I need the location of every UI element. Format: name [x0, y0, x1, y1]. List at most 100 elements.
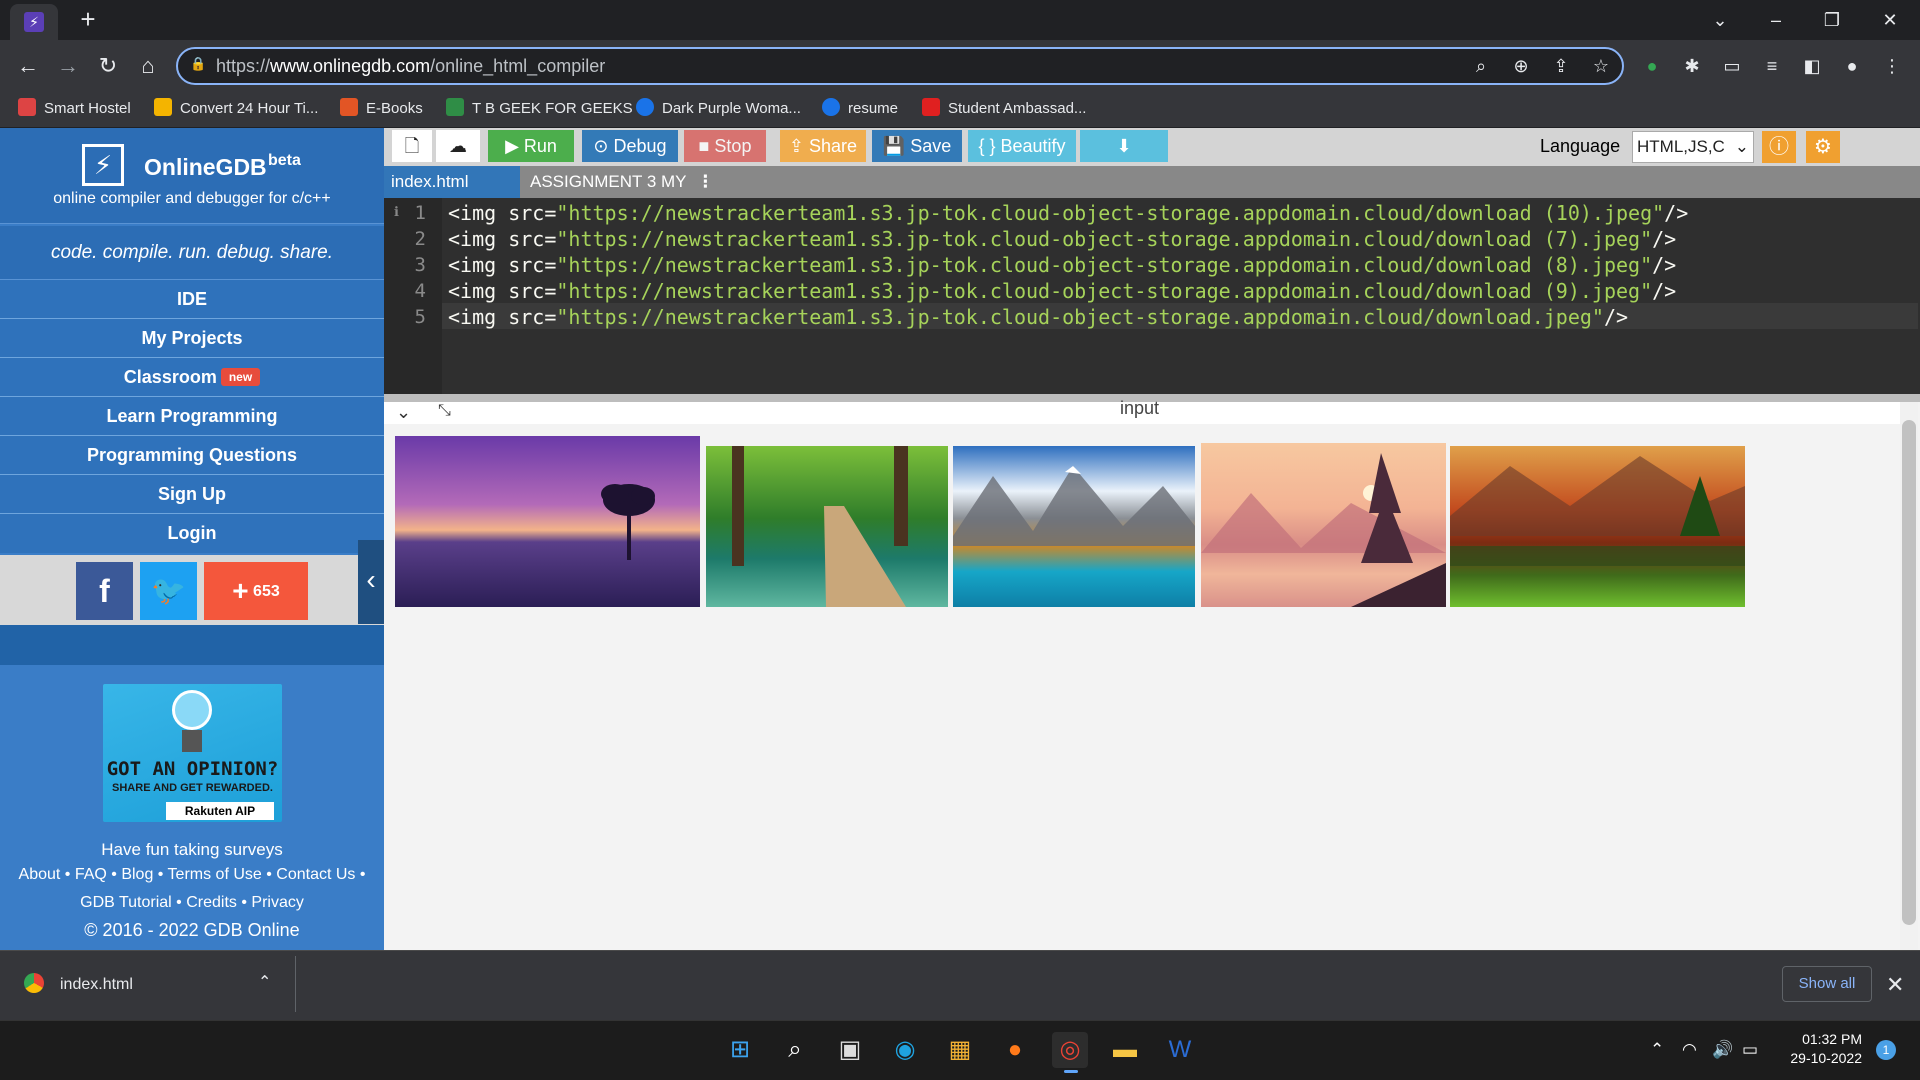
- notification-badge[interactable]: 1: [1876, 1040, 1896, 1060]
- share-count-button[interactable]: + 653: [204, 562, 308, 620]
- menu-kebab-icon[interactable]: ⋮: [1878, 52, 1906, 80]
- scrollbar-thumb[interactable]: [1902, 420, 1916, 925]
- media-control-icon[interactable]: ≡: [1758, 52, 1786, 80]
- bookmark-star-icon[interactable]: ☆: [1588, 54, 1614, 78]
- bookmark-favicon-icon: [340, 98, 358, 116]
- onlinegdb-logo-icon[interactable]: ⚡: [82, 144, 124, 186]
- reload-icon[interactable]: ↻: [94, 52, 122, 80]
- forward-arrow-icon[interactable]: →: [54, 52, 82, 80]
- copyright: © 2016 - 2022 GDB Online: [84, 920, 300, 940]
- url-domain: www.onlinegdb.com: [270, 56, 431, 76]
- code-line[interactable]: <img src="https://newstrackerteam1.s3.jp…: [448, 200, 1688, 226]
- download-item[interactable]: index.html: [60, 976, 133, 994]
- clock[interactable]: 01:32 PM 29-10-2022: [1766, 1030, 1862, 1068]
- tagline: code. compile. run. debug. share.: [0, 226, 384, 280]
- share-button[interactable]: ⇪ Share: [780, 130, 866, 162]
- extensions-icon[interactable]: ✱: [1678, 52, 1706, 80]
- collapse-output-icon[interactable]: ⌄: [396, 402, 411, 423]
- bookmark-item[interactable]: Convert 24 Hour Ti...: [154, 96, 318, 122]
- output-title: input: [1120, 398, 1160, 418]
- output-image-forest-path: [706, 446, 948, 607]
- bookmark-item[interactable]: resume: [822, 96, 898, 122]
- beta-label: beta: [268, 152, 301, 169]
- wifi-icon[interactable]: ◠: [1682, 1040, 1697, 1060]
- code-line[interactable]: <img src="https://newstrackerteam1.s3.jp…: [448, 226, 1676, 252]
- bookmark-item[interactable]: E-Books: [340, 96, 423, 122]
- bookmark-item[interactable]: Student Ambassad...: [922, 96, 1086, 122]
- chevron-up-icon[interactable]: ⌃: [258, 972, 271, 992]
- restore-button[interactable]: ❐: [1812, 6, 1852, 34]
- bookmark-favicon-icon: [822, 98, 840, 116]
- tab-index-html[interactable]: index.html: [384, 166, 520, 198]
- lock-icon[interactable]: 🔒: [190, 56, 206, 74]
- close-icon[interactable]: ✕: [1886, 972, 1904, 998]
- upload-icon[interactable]: ☁: [436, 130, 480, 162]
- lightbulb-base: [182, 730, 202, 752]
- new-tab-button[interactable]: +: [76, 6, 100, 32]
- edge-icon[interactable]: ◉: [887, 1032, 923, 1068]
- firefox-icon[interactable]: ●: [997, 1032, 1033, 1068]
- brand-name[interactable]: OnlineGDB: [144, 154, 267, 181]
- nav-learn-programming[interactable]: Learn Programming: [0, 397, 384, 436]
- save-button[interactable]: 💾 Save: [872, 130, 962, 162]
- chrome-icon[interactable]: ◎: [1052, 1032, 1088, 1068]
- show-all-button[interactable]: Show all: [1782, 966, 1872, 1002]
- ad-caption[interactable]: Have fun taking surveys: [0, 840, 384, 860]
- file-explorer-icon[interactable]: ▬: [1107, 1032, 1143, 1068]
- download-icon[interactable]: ⬇: [1080, 130, 1168, 162]
- url-text[interactable]: https://www.onlinegdb.com/online_html_co…: [216, 54, 605, 78]
- gear-icon[interactable]: ⚙: [1806, 131, 1840, 163]
- collapse-sidebar-button[interactable]: ‹: [358, 540, 384, 624]
- bookmark-item[interactable]: Dark Purple Woma...: [636, 96, 801, 122]
- tab-assignment[interactable]: ASSIGNMENT 3 MY ⋮: [520, 166, 720, 198]
- divider: [295, 956, 296, 1012]
- new-badge: new: [220, 368, 261, 386]
- bookmark-item[interactable]: T B GEEK FOR GEEKS: [446, 96, 633, 122]
- nav-programming-questions[interactable]: Programming Questions: [0, 436, 384, 475]
- zoom-icon[interactable]: ⊕: [1508, 54, 1534, 78]
- profile-avatar[interactable]: ●: [1838, 52, 1866, 80]
- nav-my-projects[interactable]: My Projects: [0, 319, 384, 358]
- tab-search-icon[interactable]: ⌄: [1700, 6, 1740, 34]
- battery-icon[interactable]: ▭: [1742, 1040, 1758, 1060]
- language-select[interactable]: HTML,JS,C ⌄: [1632, 131, 1754, 163]
- minimize-button[interactable]: –: [1756, 6, 1796, 34]
- new-file-icon[interactable]: 🗋: [392, 130, 432, 162]
- word-icon[interactable]: W: [1162, 1032, 1198, 1068]
- home-icon[interactable]: ⌂: [134, 52, 162, 80]
- code-line[interactable]: <img src="https://newstrackerteam1.s3.jp…: [448, 304, 1628, 330]
- share-page-icon[interactable]: ⇪: [1548, 54, 1574, 78]
- windows-start-icon[interactable]: ⊞: [722, 1032, 758, 1068]
- info-icon[interactable]: ⓘ: [1762, 131, 1796, 163]
- bookmark-item[interactable]: Smart Hostel: [18, 96, 131, 122]
- nav-sign-up[interactable]: Sign Up: [0, 475, 384, 514]
- code-line[interactable]: <img src="https://newstrackerteam1.s3.jp…: [448, 278, 1676, 304]
- nav-ide[interactable]: IDE: [0, 280, 384, 319]
- volume-icon[interactable]: 🔊: [1712, 1040, 1733, 1060]
- beautify-button[interactable]: { } Beautify: [968, 130, 1076, 162]
- store-icon[interactable]: ▦: [942, 1032, 978, 1068]
- nav-login[interactable]: Login: [0, 514, 384, 553]
- expand-output-icon[interactable]: ⤡: [438, 402, 451, 420]
- search-icon[interactable]: ⌕: [777, 1032, 813, 1068]
- search-icon[interactable]: ⌕: [1468, 54, 1494, 78]
- task-view-icon[interactable]: ▣: [832, 1032, 868, 1068]
- debug-button[interactable]: ⊙ Debug: [582, 130, 678, 162]
- footer-links[interactable]: GDB Tutorial • Credits • Privacy: [0, 894, 384, 912]
- chrome-file-icon: [24, 973, 44, 993]
- cast-icon[interactable]: ▭: [1718, 52, 1746, 80]
- back-arrow-icon[interactable]: ←: [14, 52, 42, 80]
- nav-classroom[interactable]: Classroom new: [0, 358, 384, 397]
- run-button[interactable]: ▶ Run: [488, 130, 574, 162]
- chevron-up-icon[interactable]: ⌃: [1650, 1040, 1664, 1060]
- facebook-icon[interactable]: f: [76, 562, 133, 620]
- footer-links[interactable]: About • FAQ • Blog • Terms of Use • Cont…: [0, 866, 384, 884]
- url-path: /online_html_compiler: [430, 56, 606, 76]
- twitter-icon[interactable]: 🐦: [140, 562, 197, 620]
- code-line[interactable]: <img src="https://newstrackerteam1.s3.jp…: [448, 252, 1676, 278]
- stop-button[interactable]: ■ Stop: [684, 130, 766, 162]
- close-window-button[interactable]: ✕: [1870, 6, 1910, 34]
- grammarly-icon[interactable]: ●: [1638, 52, 1666, 80]
- tab-menu-icon[interactable]: ⋮: [697, 172, 714, 191]
- side-panel-icon[interactable]: ◧: [1798, 52, 1826, 80]
